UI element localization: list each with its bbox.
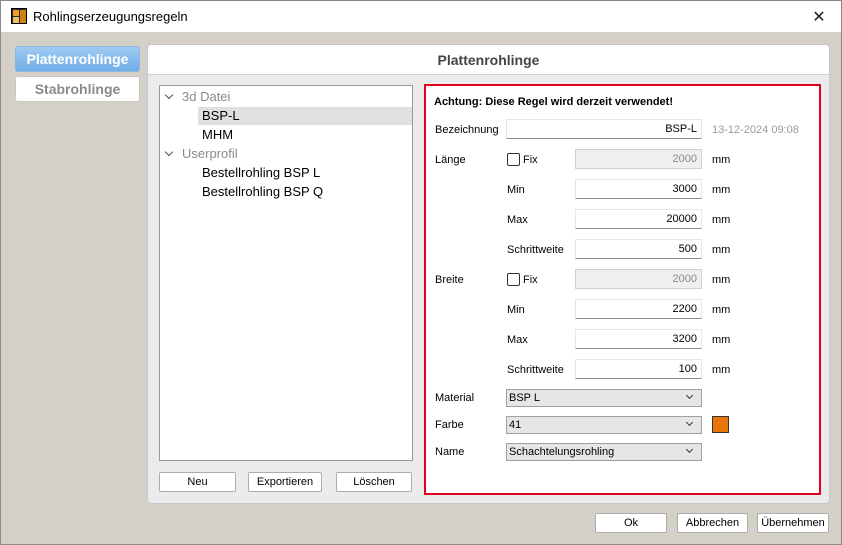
breite-fix-label: Fix [523, 274, 538, 286]
laenge-fix-label: Fix [523, 154, 538, 166]
material-select[interactable]: BSP L [506, 389, 702, 407]
tree-group-userprofil[interactable]: Userprofil [160, 145, 412, 163]
laenge-fix-input: 2000 [575, 149, 702, 169]
name-select[interactable]: Schachtelungsrohling [506, 443, 702, 461]
chevron-down-icon[interactable] [165, 145, 175, 163]
tree-item-mhm[interactable]: MHM [198, 126, 412, 144]
tab-stabrohlinge[interactable]: Stabrohlinge [15, 76, 140, 102]
in-use-warning: Achtung: Diese Regel wird derzeit verwen… [434, 96, 673, 108]
farbe-select-value: 41 [509, 419, 522, 431]
laenge-max-unit: mm [712, 214, 731, 226]
ok-button[interactable]: Ok [595, 513, 667, 533]
tree-group-3d-datei[interactable]: 3d Datei [160, 88, 412, 106]
breite-max-label: Max [507, 334, 528, 346]
breite-min-unit: mm [712, 304, 731, 316]
farbe-select[interactable]: 41 [506, 416, 702, 434]
color-swatch[interactable] [712, 416, 729, 433]
delete-button[interactable]: Löschen [336, 472, 412, 492]
farbe-label: Farbe [435, 419, 464, 431]
laenge-min-input[interactable]: 3000 [575, 179, 702, 199]
laenge-max-label: Max [507, 214, 528, 226]
breite-min-label: Min [507, 304, 525, 316]
breite-fix-input: 2000 [575, 269, 702, 289]
dropdown-caret-icon [685, 445, 694, 454]
rule-tree[interactable]: 3d Datei BSP-L MHM Userprofil Bestellroh… [159, 85, 413, 461]
close-button[interactable]: ✕ [797, 1, 841, 32]
panel-title: Plattenrohlinge [148, 45, 829, 75]
breite-min-input[interactable]: 2200 [575, 299, 702, 319]
new-button[interactable]: Neu [159, 472, 236, 492]
breite-step-label: Schrittweite [507, 364, 564, 376]
material-label: Material [435, 392, 475, 404]
breite-max-unit: mm [712, 334, 731, 346]
dialog-window: Rohlingserzeugungsregeln ✕ Plattenrohlin… [0, 0, 842, 545]
breite-step-unit: mm [712, 364, 731, 376]
app-icon [11, 8, 27, 24]
window-title: Rohlingserzeugungsregeln [33, 9, 188, 24]
laenge-min-unit: mm [712, 184, 731, 196]
breite-fix-checkbox[interactable] [507, 273, 520, 286]
laenge-min-label: Min [507, 184, 525, 196]
laenge-step-label: Schrittweite [507, 244, 564, 256]
cancel-button[interactable]: Abbrechen [677, 513, 748, 533]
close-icon: ✕ [812, 8, 826, 26]
bezeichnung-input[interactable]: BSP-L [506, 119, 702, 139]
laenge-step-input[interactable]: 500 [575, 239, 702, 259]
apply-button[interactable]: Übernehmen [757, 513, 829, 533]
tab-plattenrohlinge[interactable]: Plattenrohlinge [15, 46, 140, 72]
laenge-step-unit: mm [712, 244, 731, 256]
dropdown-caret-icon [685, 418, 694, 427]
bezeichnung-label: Bezeichnung [435, 124, 499, 136]
breite-fix-unit: mm [712, 274, 731, 286]
breite-label: Breite [435, 274, 464, 286]
export-button[interactable]: Exportieren [248, 472, 322, 492]
laenge-fix-unit: mm [712, 154, 731, 166]
chevron-down-icon[interactable] [165, 88, 175, 106]
dropdown-caret-icon [685, 391, 694, 400]
laenge-label: Länge [435, 154, 466, 166]
name-label: Name [435, 446, 465, 458]
breite-max-input[interactable]: 3200 [575, 329, 702, 349]
tree-item-bestellrohling-bsp-l[interactable]: Bestellrohling BSP L [198, 164, 412, 182]
laenge-fix-checkbox[interactable] [507, 153, 520, 166]
laenge-max-input[interactable]: 20000 [575, 209, 702, 229]
tree-item-bestellrohling-bsp-q[interactable]: Bestellrohling BSP Q [198, 183, 412, 201]
material-select-value: BSP L [509, 392, 540, 404]
modified-timestamp: 13-12-2024 09:08 [712, 124, 799, 136]
name-select-value: Schachtelungsrohling [509, 446, 615, 458]
title-bar: Rohlingserzeugungsregeln ✕ [1, 1, 841, 32]
tree-item-bsp-l[interactable]: BSP-L [198, 107, 412, 125]
breite-step-input[interactable]: 100 [575, 359, 702, 379]
